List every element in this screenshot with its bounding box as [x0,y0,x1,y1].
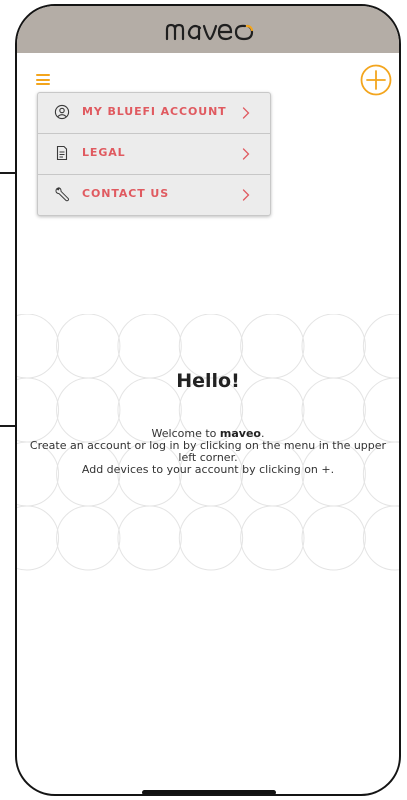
maveo-logo [165,23,254,41]
menu-item-account[interactable]: MY BLUEFI ACCOUNT [38,93,270,133]
chevron-right-icon [242,189,250,201]
chevron-right-icon [242,107,250,119]
app-header [17,6,399,53]
welcome-line-2: Create an account or log in by clicking … [29,439,387,464]
volume-down-button [0,425,16,427]
volume-up-button [0,172,16,174]
menu-item-legal[interactable]: LEGAL [38,133,270,174]
menu-item-account-label: MY BLUEFI ACCOUNT [82,105,227,118]
plus-circle-icon [360,64,392,96]
add-device-button[interactable] [360,64,392,96]
menu-item-legal-label: LEGAL [82,146,126,159]
wrench-icon [55,187,70,202]
phone-frame: MY BLUEFI ACCOUNT LEGAL CONTACT US Hello… [15,4,401,796]
greeting-title: Hello! [176,370,240,392]
user-circle-icon [54,104,70,120]
welcome-line-3: Add devices to your account by clicking … [81,463,335,476]
hamburger-menu-button[interactable] [36,74,50,85]
dropdown-menu: MY BLUEFI ACCOUNT LEGAL CONTACT US [37,92,271,216]
menu-item-contact-label: CONTACT US [82,187,170,200]
home-indicator[interactable] [142,790,276,794]
welcome-message: Welcome to maveo. Create an account or l… [17,428,399,476]
menu-item-contact[interactable]: CONTACT US [38,174,270,215]
chevron-right-icon [242,148,250,160]
document-icon [56,145,68,161]
